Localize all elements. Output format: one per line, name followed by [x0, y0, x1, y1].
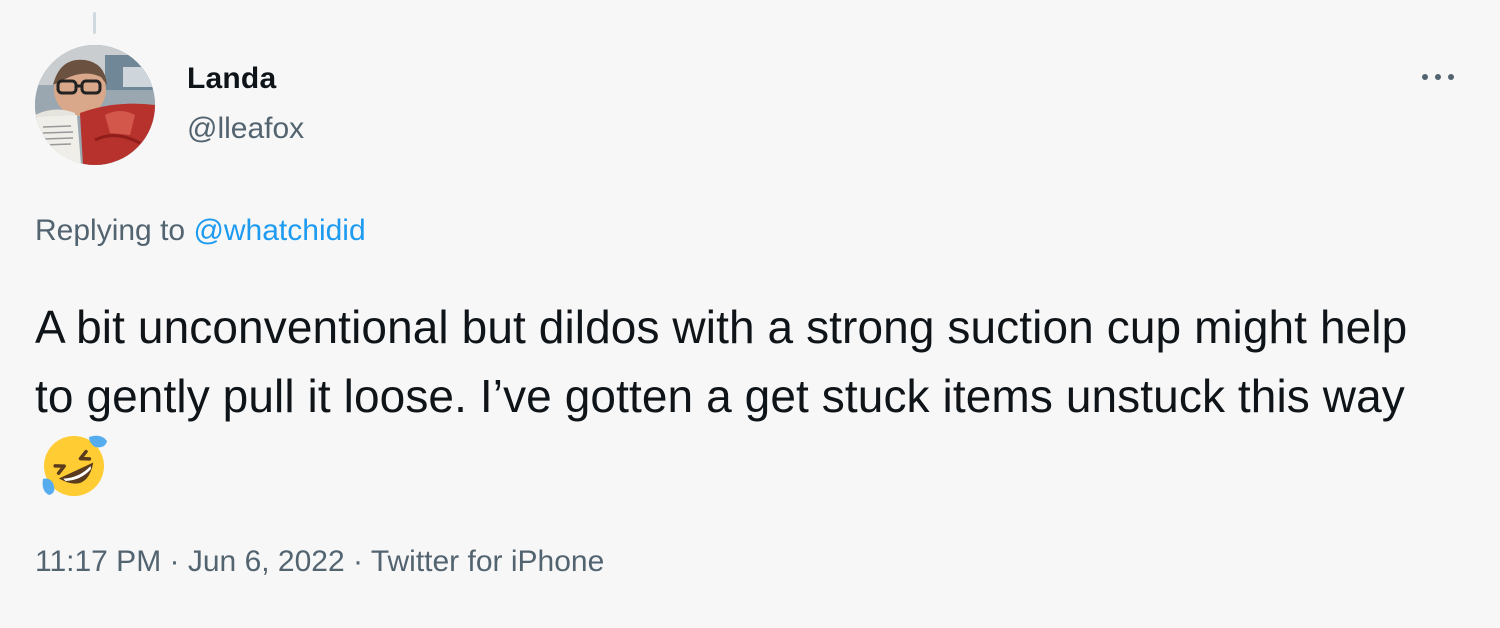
meta-separator: ·	[353, 545, 364, 578]
rolling-on-the-floor-laughing-emoji	[39, 431, 109, 501]
tweet-text: A bit unconventional but dildos with a s…	[35, 301, 1408, 422]
avatar-image	[35, 45, 155, 165]
tweet-metadata: 11:17 PM · Jun 6, 2022 · Twitter for iPh…	[35, 545, 604, 579]
avatar[interactable]	[35, 45, 155, 165]
tweet-source[interactable]: Twitter for iPhone	[371, 545, 604, 578]
author-display-name[interactable]: Landa	[187, 62, 276, 96]
thread-connector-line	[93, 12, 96, 34]
more-options-icon[interactable]	[1418, 62, 1458, 92]
tweet-body: A bit unconventional but dildos with a s…	[35, 293, 1455, 504]
reply-context-prefix: Replying to	[35, 214, 186, 247]
more-horizontal-icon	[1422, 74, 1454, 80]
laughing-emoji-icon	[42, 435, 107, 496]
meta-separator: ·	[169, 545, 180, 578]
tweet-time[interactable]: 11:17 PM	[35, 545, 161, 578]
reply-context: Replying to @whatchidid	[35, 214, 366, 248]
tweet-date[interactable]: Jun 6, 2022	[188, 545, 345, 578]
author-handle[interactable]: @lleafox	[187, 112, 304, 146]
reply-mention-link[interactable]: @whatchidid	[193, 214, 365, 247]
